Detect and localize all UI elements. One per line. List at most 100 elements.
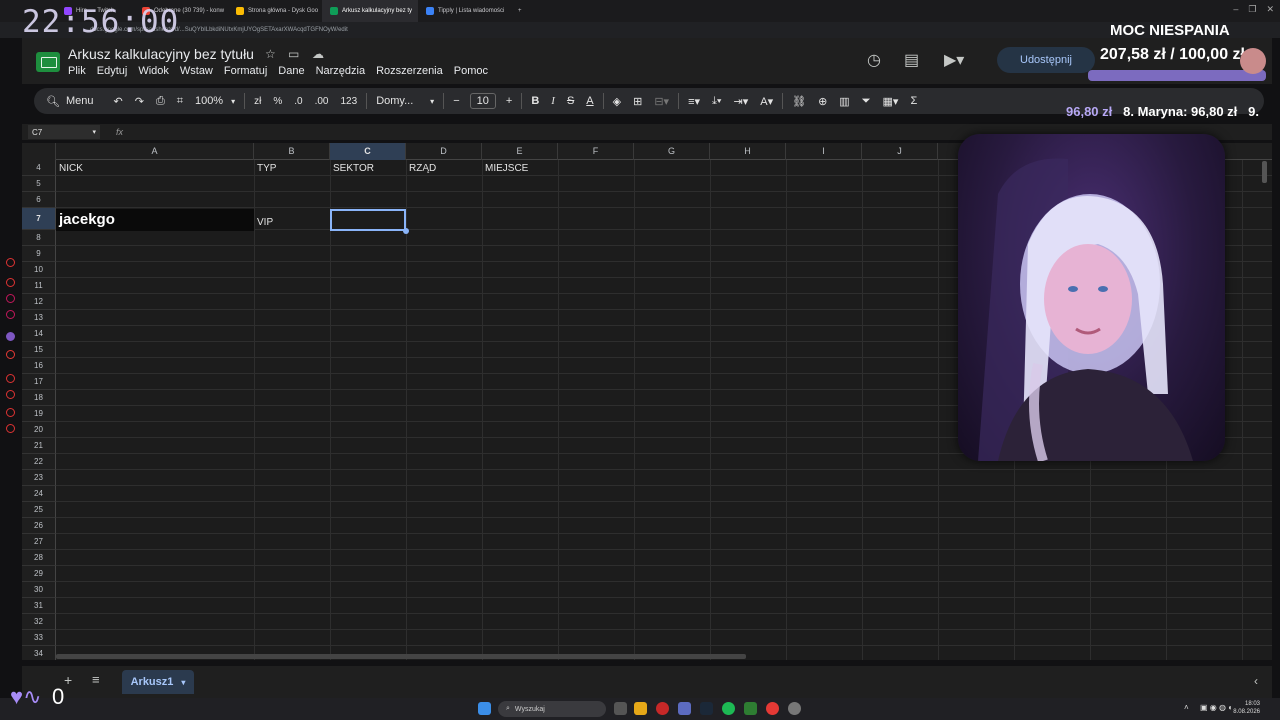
- star-icon[interactable]: ☆: [265, 47, 276, 61]
- browser-tab[interactable]: Strona główna - Dysk Goo: [228, 0, 322, 22]
- font-size-decrease-icon[interactable]: −: [447, 88, 465, 114]
- row-header-23[interactable]: 23: [22, 470, 56, 486]
- file-explorer-icon[interactable]: [634, 702, 647, 715]
- increase-decimal-button[interactable]: .00: [309, 88, 335, 114]
- tray-chevron-up-icon[interactable]: ˄: [1184, 703, 1189, 712]
- taskbar-search[interactable]: ⌕ Wyszukaj: [498, 701, 606, 717]
- row-header-10[interactable]: 10: [22, 262, 56, 278]
- filter-views-icon[interactable]: ▦▾: [877, 88, 905, 114]
- row-header-6[interactable]: 6: [22, 192, 56, 208]
- text-rotation-icon[interactable]: A▾: [754, 88, 779, 114]
- row-header-20[interactable]: 20: [22, 422, 56, 438]
- bold-icon[interactable]: B: [525, 88, 545, 114]
- borders-icon[interactable]: ⊞: [627, 88, 648, 114]
- all-sheets-icon[interactable]: ≡: [92, 672, 100, 687]
- windows-start-icon[interactable]: [478, 702, 491, 715]
- strikethrough-icon[interactable]: S: [561, 88, 580, 114]
- rail-app-icon[interactable]: [6, 310, 15, 319]
- menu-extensions[interactable]: Rozszerzenia: [376, 65, 443, 77]
- zoom-select[interactable]: 100% ▾: [189, 88, 241, 114]
- column-header-d[interactable]: D: [406, 143, 482, 160]
- move-folder-icon[interactable]: ▭: [288, 47, 299, 61]
- cell-e4[interactable]: MIEJSCE: [482, 161, 558, 177]
- row-header-12[interactable]: 12: [22, 294, 56, 310]
- version-history-icon[interactable]: ◷: [867, 50, 881, 70]
- row-header-22[interactable]: 22: [22, 454, 56, 470]
- redo-icon[interactable]: ↷: [129, 88, 150, 114]
- name-box[interactable]: C7 ▾: [28, 125, 100, 139]
- row-header-32[interactable]: 32: [22, 614, 56, 630]
- menu-view[interactable]: Widok: [138, 65, 169, 77]
- add-sheet-icon[interactable]: +: [64, 672, 72, 688]
- spotify-icon[interactable]: [722, 702, 735, 715]
- row-header-17[interactable]: 17: [22, 374, 56, 390]
- row-header-7[interactable]: 7: [22, 208, 56, 230]
- insert-comment-icon[interactable]: ⊕: [812, 88, 833, 114]
- cell-a4[interactable]: NICK: [56, 161, 254, 177]
- row-header-14[interactable]: 14: [22, 326, 56, 342]
- rail-app-icon[interactable]: [6, 424, 15, 433]
- italic-icon[interactable]: I: [545, 88, 561, 114]
- rail-app-icon[interactable]: [6, 278, 15, 287]
- insert-chart-icon[interactable]: ▥: [833, 88, 855, 114]
- cell-a7[interactable]: jacekgo: [56, 209, 254, 231]
- row-header-25[interactable]: 25: [22, 502, 56, 518]
- explore-collapse-icon[interactable]: ‹: [1254, 674, 1258, 688]
- browser-tab-active[interactable]: Arkusz kalkulacyjny bez ty: [322, 0, 418, 22]
- rail-app-icon[interactable]: [6, 374, 15, 383]
- row-header-16[interactable]: 16: [22, 358, 56, 374]
- row-header-4[interactable]: 4: [22, 160, 56, 176]
- discord-icon[interactable]: [678, 702, 691, 715]
- menu-file[interactable]: Plik: [68, 65, 86, 77]
- text-color-icon[interactable]: A: [580, 88, 599, 114]
- cell-b7[interactable]: VIP: [254, 215, 330, 231]
- paint-format-icon[interactable]: ⌗: [171, 88, 189, 114]
- row-header-19[interactable]: 19: [22, 406, 56, 422]
- sheets-logo-icon[interactable]: [36, 52, 60, 72]
- fill-color-icon[interactable]: ◈: [607, 88, 627, 114]
- menu-format[interactable]: Formatuj: [224, 65, 267, 77]
- rail-app-icon[interactable]: [6, 350, 15, 359]
- row-header-30[interactable]: 30: [22, 582, 56, 598]
- rail-app-icon[interactable]: [6, 258, 15, 267]
- rail-app-icon[interactable]: [6, 390, 15, 399]
- horizontal-align-icon[interactable]: ≡▾: [682, 88, 706, 114]
- vertical-scrollbar[interactable]: [1262, 161, 1267, 183]
- system-clock[interactable]: 18:03 8.08.2026: [1233, 700, 1260, 716]
- minimize-icon[interactable]: –: [1233, 4, 1238, 15]
- row-header-31[interactable]: 31: [22, 598, 56, 614]
- column-header-b[interactable]: B: [254, 143, 330, 160]
- menu-data[interactable]: Dane: [278, 65, 304, 77]
- opera-icon[interactable]: [656, 702, 669, 715]
- settings-gear-icon[interactable]: [788, 702, 801, 715]
- horizontal-scrollbar[interactable]: [56, 654, 746, 659]
- column-header-e[interactable]: E: [482, 143, 558, 160]
- menu-tools[interactable]: Narzędzia: [316, 65, 366, 77]
- row-header-15[interactable]: 15: [22, 342, 56, 358]
- font-size-input[interactable]: 10: [469, 93, 496, 109]
- menu-insert[interactable]: Wstaw: [180, 65, 213, 77]
- cell-b4[interactable]: TYP: [254, 161, 330, 177]
- selected-cell-c7[interactable]: [330, 209, 406, 231]
- sheet-tab-arkusz1[interactable]: Arkusz1 ▾: [122, 670, 194, 694]
- number-format-button[interactable]: 123: [335, 88, 364, 114]
- app-icon[interactable]: [766, 702, 779, 715]
- column-header-a[interactable]: A: [56, 143, 254, 160]
- currency-format-button[interactable]: zł: [248, 88, 267, 114]
- menu-help[interactable]: Pomoc: [454, 65, 488, 77]
- row-header-29[interactable]: 29: [22, 566, 56, 582]
- fill-handle[interactable]: [403, 228, 409, 234]
- insert-link-icon[interactable]: ⛓: [786, 88, 812, 114]
- row-header-13[interactable]: 13: [22, 310, 56, 326]
- select-all-corner[interactable]: [22, 143, 56, 160]
- column-header-g[interactable]: G: [634, 143, 710, 160]
- app-icon[interactable]: [744, 702, 757, 715]
- text-wrap-icon[interactable]: ⇥▾: [728, 88, 755, 114]
- row-header-5[interactable]: 5: [22, 176, 56, 192]
- vertical-align-icon[interactable]: ⤓▾: [706, 88, 727, 114]
- rail-twitch-icon[interactable]: [6, 332, 15, 341]
- rail-app-icon[interactable]: [6, 294, 15, 303]
- new-tab-button[interactable]: +: [510, 0, 530, 22]
- column-header-c[interactable]: C: [330, 143, 406, 160]
- font-size-increase-icon[interactable]: +: [500, 88, 518, 114]
